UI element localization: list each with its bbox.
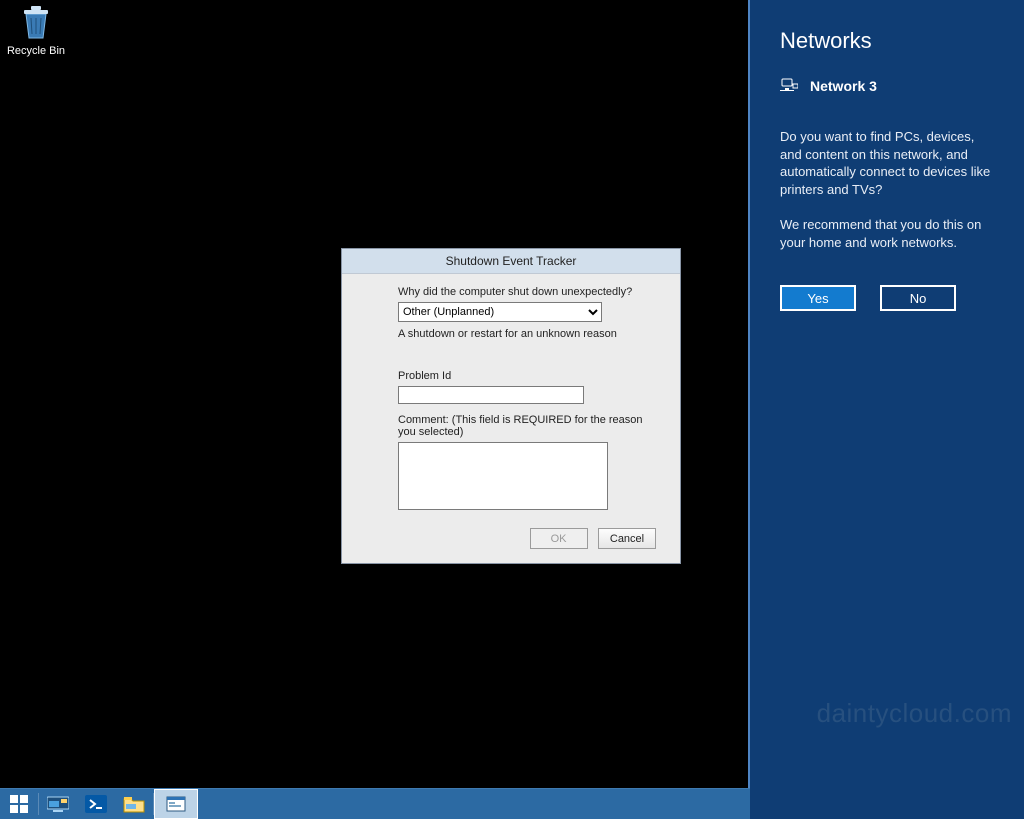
problem-id-label: Problem Id [398, 370, 656, 382]
recycle-bin-icon [16, 2, 56, 42]
problem-id-input[interactable] [398, 386, 584, 404]
comment-label: Comment: (This field is REQUIRED for the… [398, 414, 656, 438]
network-item[interactable]: Network 3 [780, 78, 1024, 94]
powershell-button[interactable] [77, 789, 115, 819]
cancel-button[interactable]: Cancel [598, 528, 656, 549]
networks-question: Do you want to find PCs, devices, and co… [780, 128, 998, 198]
desktop: Recycle Bin Shutdown Event Tracker Why d… [0, 0, 750, 789]
reason-dropdown[interactable]: Other (Unplanned) [398, 302, 602, 322]
networks-buttons: Yes No [780, 285, 1024, 311]
taskbar [0, 788, 750, 819]
dialog-title: Shutdown Event Tracker [342, 249, 680, 274]
start-button[interactable] [0, 789, 38, 819]
dialog-body: Why did the computer shut down unexpecte… [342, 274, 680, 524]
networks-heading: Networks [780, 28, 1024, 54]
network-icon [780, 78, 798, 94]
shutdown-event-tracker-dialog: Shutdown Event Tracker Why did the compu… [341, 248, 681, 564]
ok-button: OK [530, 528, 588, 549]
networks-no-button[interactable]: No [880, 285, 956, 311]
reason-question: Why did the computer shut down unexpecte… [398, 286, 656, 298]
networks-yes-button[interactable]: Yes [780, 285, 856, 311]
shutdown-tracker-task-button[interactable] [154, 789, 198, 819]
recycle-bin-label: Recycle Bin [4, 45, 68, 57]
recycle-bin[interactable]: Recycle Bin [4, 2, 68, 57]
networks-recommendation: We recommend that you do this on your ho… [780, 216, 998, 251]
reason-description: A shutdown or restart for an unknown rea… [398, 328, 656, 340]
networks-panel: Networks Network 3 Do you want to find P… [748, 0, 1024, 819]
watermark: daintycloud.com [817, 698, 1012, 729]
file-explorer-button[interactable] [115, 789, 153, 819]
comment-textarea[interactable] [398, 442, 608, 510]
dialog-buttons: OK Cancel [342, 524, 680, 563]
network-item-label: Network 3 [810, 78, 877, 94]
server-manager-button[interactable] [39, 789, 77, 819]
